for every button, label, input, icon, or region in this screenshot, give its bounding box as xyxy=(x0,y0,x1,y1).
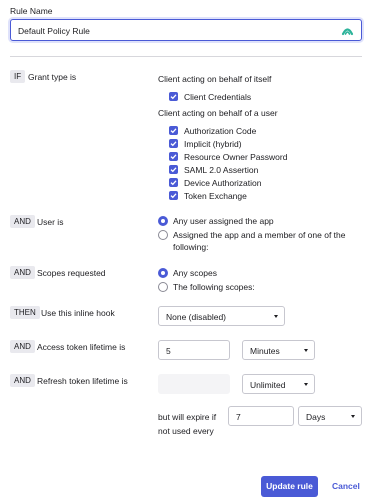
any-user-label: Any user assigned the app xyxy=(173,216,274,226)
saml-assertion-label: SAML 2.0 Assertion xyxy=(184,164,259,175)
check-icon xyxy=(170,141,177,147)
inline-hook-value: None (disabled) xyxy=(166,311,227,322)
following-scopes-label: The following scopes: xyxy=(173,282,255,292)
any-user-radio[interactable] xyxy=(158,216,168,226)
expire-label: but will expire if xyxy=(158,412,217,422)
and-badge: AND xyxy=(10,340,35,353)
user-is-label: User is xyxy=(37,217,64,227)
refresh-token-unit-select[interactable]: Unlimited xyxy=(242,374,315,394)
access-token-label: Access token lifetime is xyxy=(37,342,126,352)
rule-name-value: Default Policy Rule xyxy=(18,25,90,36)
chevron-down-icon xyxy=(304,383,308,386)
user-heading: Client acting on behalf of a user xyxy=(158,108,278,118)
assigned-member-label: Assigned the app and a member of one of … xyxy=(173,230,346,240)
access-token-value-input[interactable]: 5 xyxy=(158,340,230,360)
any-scopes-label: Any scopes xyxy=(173,268,217,278)
saml-assertion-checkbox[interactable] xyxy=(169,165,178,174)
implicit-hybrid-label: Implicit (hybrid) xyxy=(184,138,242,149)
refresh-token-unit: Unlimited xyxy=(250,379,286,390)
inline-hook-label: Use this inline hook xyxy=(41,308,115,318)
check-icon xyxy=(170,128,177,134)
resource-owner-password-label: Resource Owner Password xyxy=(184,151,288,162)
implicit-hybrid-checkbox[interactable] xyxy=(169,139,178,148)
inline-hook-select[interactable]: None (disabled) xyxy=(158,306,285,326)
assigned-member-label-cont: following: xyxy=(173,242,209,252)
token-exchange-checkbox[interactable] xyxy=(169,191,178,200)
expire-unit: Days xyxy=(306,411,326,422)
refresh-token-label: Refresh token lifetime is xyxy=(37,376,128,386)
authorization-code-label: Authorization Code xyxy=(184,125,257,136)
token-exchange-label: Token Exchange xyxy=(184,190,247,201)
access-token-unit-select[interactable]: Minutes xyxy=(242,340,315,360)
scopes-requested-label: Scopes requested xyxy=(37,268,106,278)
client-credentials-checkbox[interactable] xyxy=(169,92,178,101)
chevron-down-icon xyxy=(304,349,308,352)
then-badge: THEN xyxy=(10,306,40,319)
rule-name-label: Rule Name xyxy=(10,6,53,16)
grant-type-label: Grant type is xyxy=(28,72,77,82)
and-badge: AND xyxy=(10,215,35,228)
cancel-button[interactable]: Cancel xyxy=(332,476,360,497)
expire-value-input[interactable]: 7 xyxy=(228,406,294,426)
section-divider xyxy=(10,56,362,57)
check-icon xyxy=(170,167,177,173)
refresh-token-value-input[interactable] xyxy=(158,374,230,394)
and-badge: AND xyxy=(10,374,35,387)
password-manager-icon[interactable] xyxy=(341,24,354,37)
expire-value: 7 xyxy=(236,411,241,422)
check-icon xyxy=(170,180,177,186)
expire-unit-select[interactable]: Days xyxy=(298,406,362,426)
expire-label-cont: not used every xyxy=(158,426,214,436)
following-scopes-radio[interactable] xyxy=(158,282,168,292)
chevron-down-icon xyxy=(274,315,278,318)
resource-owner-password-checkbox[interactable] xyxy=(169,152,178,161)
check-icon xyxy=(170,94,177,100)
device-authorization-label: Device Authorization xyxy=(184,177,262,188)
client-credentials-label: Client Credentials xyxy=(184,91,252,102)
and-badge: AND xyxy=(10,266,35,279)
access-token-value: 5 xyxy=(166,345,171,356)
device-authorization-checkbox[interactable] xyxy=(169,178,178,187)
assigned-member-radio[interactable] xyxy=(158,230,168,240)
check-icon xyxy=(170,193,177,199)
self-heading: Client acting on behalf of itself xyxy=(158,74,272,84)
access-token-unit: Minutes xyxy=(250,345,280,356)
any-scopes-radio[interactable] xyxy=(158,268,168,278)
authorization-code-checkbox[interactable] xyxy=(169,126,178,135)
update-rule-button[interactable]: Update rule xyxy=(261,476,318,497)
rule-name-input[interactable]: Default Policy Rule xyxy=(10,19,362,41)
if-badge: IF xyxy=(10,70,26,83)
check-icon xyxy=(170,154,177,160)
chevron-down-icon xyxy=(351,415,355,418)
